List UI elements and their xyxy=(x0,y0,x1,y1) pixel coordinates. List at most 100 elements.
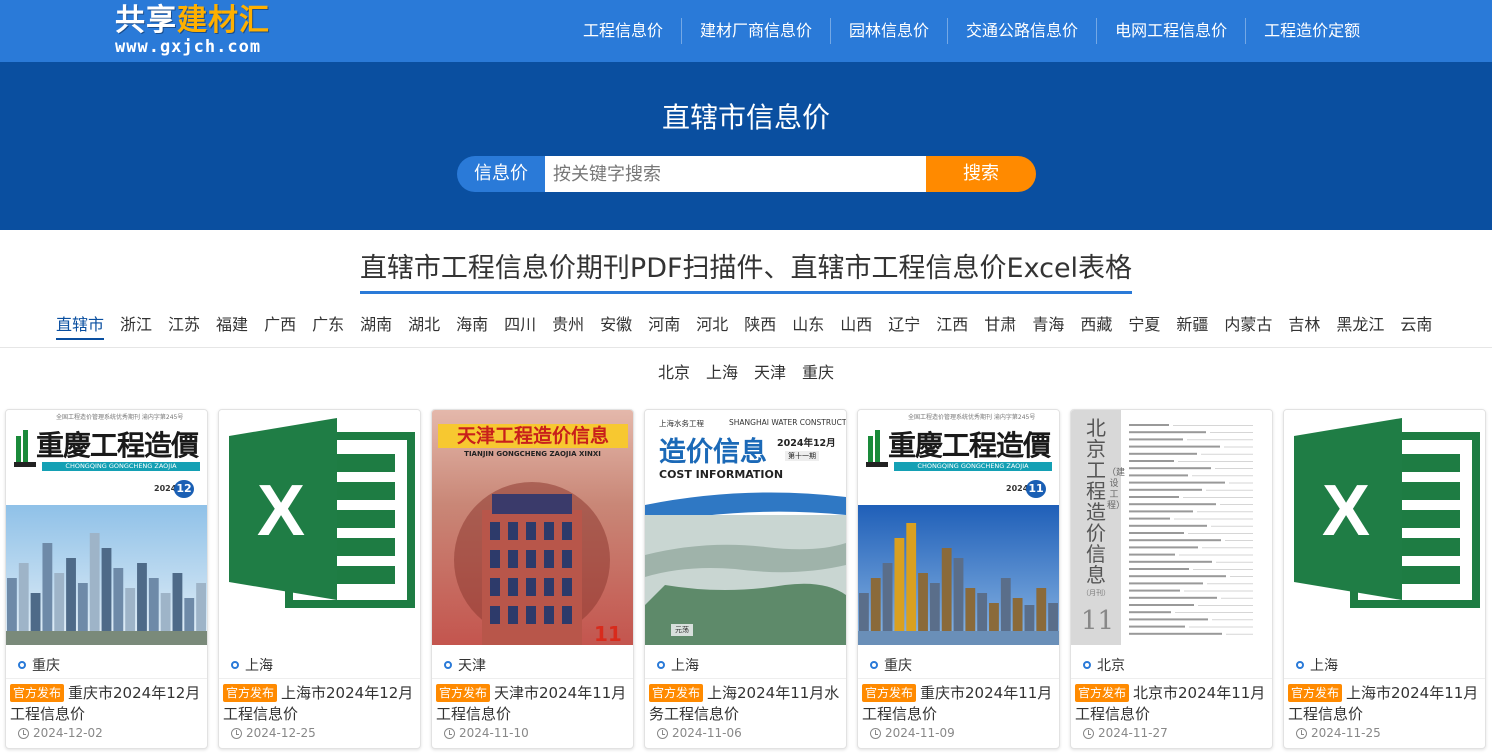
publication-card[interactable]: 上海水务工程 SHANGHAI WATER CONSTRUCTION 造价信息 202… xyxy=(644,409,847,749)
region-tab[interactable]: 广东 xyxy=(312,312,344,340)
card-title[interactable]: 官方发布 上海2024年11月水务工程信息价 xyxy=(649,683,845,725)
nav-item-quota[interactable]: 工程造价定额 xyxy=(1245,18,1378,44)
publication-cover[interactable]: 全国工程造价管理系统优秀期刊 渝内字第245号 重慶工程造價 CHONGQING G… xyxy=(858,410,1059,645)
section-heading: 直辖市工程信息价期刊PDF扫描件、直辖市工程信息价Excel表格 xyxy=(0,246,1492,294)
nav-item-manufacturer-price[interactable]: 建材厂商信息价 xyxy=(681,18,830,44)
cover-year: 2024 xyxy=(154,484,177,493)
card-date: 2024-11-09 xyxy=(870,726,955,740)
card-divider xyxy=(858,678,1059,679)
region-tab[interactable]: 宁夏 xyxy=(1128,312,1160,340)
card-region: 上海 xyxy=(231,655,273,675)
subregion-tab[interactable]: 重庆 xyxy=(802,360,834,386)
card-date: 2024-11-27 xyxy=(1083,726,1168,740)
publication-cover[interactable]: X xyxy=(219,410,420,645)
region-tab[interactable]: 青海 xyxy=(1032,312,1064,340)
publication-card[interactable]: 全国工程造价管理系统优秀期刊 渝内字第245号 重慶工程造價 CHONGQING G… xyxy=(5,409,208,749)
clock-icon xyxy=(657,727,668,739)
region-tab[interactable]: 四川 xyxy=(504,312,536,340)
search-category-select[interactable]: 信息价 xyxy=(457,156,545,192)
cover-header: 全国工程造价管理系统优秀期刊 渝内字第245号 重慶工程造價 CHONGQING G… xyxy=(858,410,1059,505)
nav-item-highway-price[interactable]: 交通公路信息价 xyxy=(947,18,1096,44)
card-date-value: 2024-11-25 xyxy=(1311,726,1381,740)
location-dot-icon xyxy=(1296,661,1304,669)
region-tab[interactable]: 云南 xyxy=(1400,312,1432,340)
publication-cover[interactable]: 北京工程造价信息 （建设工程） （月刊） 11 xyxy=(1071,410,1272,645)
subregion-tab[interactable]: 北京 xyxy=(658,360,690,386)
publication-card[interactable]: 天津工程造价信息 TIANJIN GONGCHENG ZAOJIA XINXI 11… xyxy=(431,409,634,749)
search-button[interactable]: 搜索 xyxy=(926,156,1036,192)
search-input[interactable] xyxy=(545,156,926,192)
region-tab[interactable]: 浙江 xyxy=(120,312,152,340)
region-tab[interactable]: 吉林 xyxy=(1288,312,1320,340)
region-tab[interactable]: 山西 xyxy=(840,312,872,340)
region-tabs: 直辖市 浙江 江苏 福建 广西 广东 湖南 湖北 海南 四川 贵州 安徽 河南 河北 陕西 山东 山西 辽宁 江西甘… xyxy=(56,312,1456,340)
region-tab[interactable]: 新疆 xyxy=(1176,312,1208,340)
publication-card[interactable]: 全国工程造价管理系统优秀期刊 渝内字第245号 重慶工程造價 CHONGQING G… xyxy=(857,409,1060,749)
region-tab[interactable]: 甘肃 xyxy=(984,312,1016,340)
card-divider xyxy=(645,678,846,679)
top-navbar: 共享建材汇 www.gxjch.com 工程信息价 建材厂商信息价 园林信息价 … xyxy=(0,0,1492,62)
region-tab[interactable]: 广西 xyxy=(264,312,296,340)
publication-card[interactable]: 北京工程造价信息 （建设工程） （月刊） 11 北京官方发布 北京市2024年11月工程信… xyxy=(1070,409,1273,749)
card-title[interactable]: 官方发布 北京市2024年11月工程信息价 xyxy=(1075,683,1271,725)
card-region-label: 上海 xyxy=(1310,658,1338,674)
card-date-value: 2024-11-09 xyxy=(885,726,955,740)
region-tab[interactable]: 湖北 xyxy=(408,312,440,340)
card-region-label: 北京 xyxy=(1097,658,1125,674)
location-dot-icon xyxy=(1083,661,1091,669)
region-tab[interactable]: 辽宁 xyxy=(888,312,920,340)
site-logo[interactable]: 共享建材汇 www.gxjch.com xyxy=(115,4,305,60)
region-tab[interactable]: 安徽 xyxy=(600,312,632,340)
chongqing-magazine-cover: 全国工程造价管理系统优秀期刊 渝内字第245号 重慶工程造價 CHONGQING G… xyxy=(858,410,1059,645)
cover-publisher-en: SHANGHAI WATER CONSTRUCTION xyxy=(729,418,846,427)
cover-title-en: COST INFORMATION xyxy=(659,468,784,481)
card-title[interactable]: 官方发布 上海市2024年11月工程信息价 xyxy=(1288,683,1484,725)
nav-item-garden-price[interactable]: 园林信息价 xyxy=(830,18,947,44)
region-tab[interactable]: 山东 xyxy=(792,312,824,340)
subregion-tab[interactable]: 天津 xyxy=(754,360,786,386)
region-tab[interactable]: 陕西 xyxy=(744,312,776,340)
card-title[interactable]: 官方发布 上海市2024年12月工程信息价 xyxy=(223,683,419,725)
card-title[interactable]: 官方发布 重庆市2024年12月工程信息价 xyxy=(10,683,206,725)
official-badge: 官方发布 xyxy=(223,684,278,702)
subregion-tab[interactable]: 上海 xyxy=(706,360,738,386)
card-date: 2024-11-06 xyxy=(657,726,742,740)
publication-cover[interactable]: 上海水务工程 SHANGHAI WATER CONSTRUCTION 造价信息 202… xyxy=(645,410,846,645)
region-tab[interactable]: 河南 xyxy=(648,312,680,340)
card-divider xyxy=(219,678,420,679)
card-date-value: 2024-11-06 xyxy=(672,726,742,740)
nav-item-engineering-price[interactable]: 工程信息价 xyxy=(565,18,681,44)
search-bar: 信息价 搜索 xyxy=(457,156,1036,192)
nav-item-grid-price[interactable]: 电网工程信息价 xyxy=(1096,18,1245,44)
publication-cover[interactable]: 全国工程造价管理系统优秀期刊 渝内字第245号 重慶工程造價 CHONGQING G… xyxy=(6,410,207,645)
publication-card[interactable]: X 上海官方发布 上海市2024年11月工程信息价 2024-11-25 xyxy=(1283,409,1486,749)
card-date-value: 2024-11-10 xyxy=(459,726,529,740)
publication-cover[interactable]: 天津工程造价信息 TIANJIN GONGCHENG ZAOJIA XINXI 11 xyxy=(432,410,633,645)
card-date: 2024-12-25 xyxy=(231,726,316,740)
publication-card[interactable]: X 上海官方发布 上海市2024年12月工程信息价 2024-12-25 xyxy=(218,409,421,749)
region-tab[interactable]: 西藏 xyxy=(1080,312,1112,340)
region-tab[interactable]: 直辖市 xyxy=(56,312,105,340)
region-tab[interactable]: 海南 xyxy=(456,312,488,340)
location-dot-icon xyxy=(657,661,665,669)
cover-title: 造价信息 xyxy=(659,437,767,468)
card-title[interactable]: 官方发布 天津市2024年11月工程信息价 xyxy=(436,683,632,725)
card-title[interactable]: 官方发布 重庆市2024年11月工程信息价 xyxy=(862,683,1058,725)
location-dot-icon xyxy=(444,661,452,669)
region-tab[interactable]: 江西 xyxy=(936,312,968,340)
region-tab[interactable]: 江苏 xyxy=(168,312,200,340)
cover-issue-badge: 11 xyxy=(1026,480,1046,498)
region-tab[interactable]: 福建 xyxy=(216,312,248,340)
region-tab[interactable]: 黑龙江 xyxy=(1336,312,1384,340)
hero-banner: 直辖市信息价 信息价 搜索 xyxy=(0,62,1492,230)
shanghai-water-cover: 上海水务工程 SHANGHAI WATER CONSTRUCTION 造价信息 202… xyxy=(645,410,846,645)
card-divider xyxy=(432,678,633,679)
region-tab[interactable]: 内蒙古 xyxy=(1224,312,1272,340)
cover-header: 全国工程造价管理系统优秀期刊 渝内字第245号 重慶工程造價 CHONGQING G… xyxy=(6,410,207,505)
region-tab[interactable]: 河北 xyxy=(696,312,728,340)
region-tab[interactable]: 贵州 xyxy=(552,312,584,340)
card-date: 2024-11-25 xyxy=(1296,726,1381,740)
publication-cover[interactable]: X xyxy=(1284,410,1485,645)
region-divider xyxy=(0,347,1492,348)
region-tab[interactable]: 湖南 xyxy=(360,312,392,340)
